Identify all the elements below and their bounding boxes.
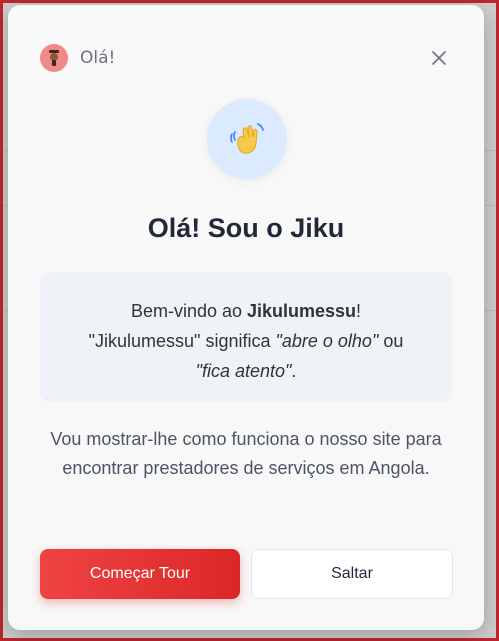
intro-line-3: "fica atento".: [56, 356, 436, 386]
modal-header: Olá!: [40, 43, 452, 73]
avatar: [40, 44, 68, 72]
modal-header-title: Olá!: [80, 48, 116, 68]
intro-text: Bem-vindo ao: [130, 301, 247, 321]
intro-line-1: Bem-vindo ao Jikulumessu!: [56, 296, 436, 326]
intro-text: .: [291, 361, 297, 381]
intro-text: ou: [378, 331, 404, 351]
close-icon: [432, 51, 446, 65]
tour-description: Vou mostrar-lhe como funciona o nosso si…: [50, 429, 442, 478]
meaning-text: "fica atento": [195, 361, 292, 381]
brand-name: Jikulumessu: [247, 301, 357, 321]
intro-text: "Jikulumessu" significa: [88, 331, 276, 351]
intro-box: Bem-vindo ao Jikulumessu! "Jikulumessu" …: [40, 272, 452, 402]
intro-line-2: "Jikulumessu" significa "abre o olho" ou: [56, 326, 436, 356]
waving-hand-badge: [207, 99, 287, 179]
waving-hand-icon: [230, 123, 264, 154]
tour-welcome-modal: Olá! Olá! Sou o Jiku Bem-vindo ao Jikulu…: [8, 5, 484, 630]
meaning-text: "abre o olho": [275, 331, 379, 351]
modal-title: Olá! Sou o Jiku: [147, 213, 345, 243]
jiku-mascot-icon: [49, 50, 59, 66]
intro-text: !: [356, 301, 362, 321]
close-button[interactable]: [426, 45, 452, 71]
skip-button[interactable]: Saltar: [251, 549, 453, 599]
start-tour-button[interactable]: Começar Tour: [40, 549, 240, 599]
